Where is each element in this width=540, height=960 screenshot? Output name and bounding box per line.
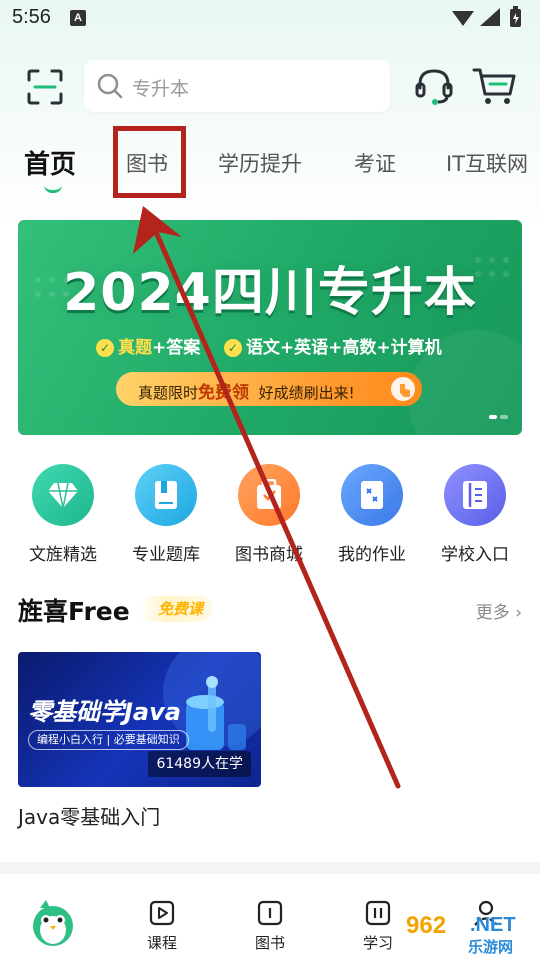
course-cover-subtitle: 编程小白入行 | 必要基础知识 bbox=[28, 730, 189, 750]
tab-it-internet[interactable]: IT互联网 bbox=[446, 148, 528, 178]
quick-link-wenjing[interactable]: 文旌精选 bbox=[13, 464, 113, 565]
banner-pagination bbox=[486, 404, 508, 423]
diamond-icon bbox=[32, 464, 94, 526]
learner-count: 61489人在学 bbox=[148, 751, 251, 777]
course-card-cover[interactable]: 零基础学Java 编程小白入行 | 必要基础知识 61489人在学 bbox=[18, 652, 261, 787]
quick-link-label: 我的作业 bbox=[338, 545, 406, 565]
tab-home[interactable]: 首页 bbox=[24, 144, 76, 181]
status-icons bbox=[452, 6, 521, 27]
site-watermark: 962 .NET 乐游网 bbox=[398, 910, 534, 956]
notification-badge-icon: A bbox=[70, 10, 86, 26]
headset-icon bbox=[415, 69, 453, 105]
quick-link-label: 图书商城 bbox=[235, 545, 303, 565]
play-icon bbox=[149, 900, 175, 926]
cart-icon bbox=[472, 68, 516, 104]
nav-courses[interactable]: 课程 bbox=[122, 900, 202, 953]
section-divider bbox=[0, 862, 540, 874]
search-placeholder: 专升本 bbox=[132, 78, 190, 100]
tap-hand-icon bbox=[391, 377, 415, 401]
search-bar[interactable]: 专升本 bbox=[84, 60, 390, 112]
free-course-badge: 免费课 bbox=[138, 596, 214, 622]
quick-link-school[interactable]: 学校入口 bbox=[425, 464, 525, 565]
course-title[interactable]: Java零基础入门 bbox=[18, 801, 160, 830]
quick-link-label: 专业题库 bbox=[132, 545, 200, 565]
scan-icon bbox=[27, 69, 63, 105]
banner-dot bbox=[500, 415, 508, 419]
banner-cta-pill[interactable]: 真题限时免费领 好成绩刷出来! bbox=[116, 372, 422, 406]
cart-button[interactable] bbox=[472, 66, 516, 106]
banner-title: 2024四川专升本 bbox=[63, 263, 477, 323]
search-icon bbox=[97, 73, 123, 99]
tab-certificates[interactable]: 考证 bbox=[354, 148, 396, 178]
book-open-icon bbox=[257, 900, 283, 926]
nav-home-mascot[interactable] bbox=[30, 896, 76, 948]
banner-subtitle: ✓ 真题+答案 ✓ 语文+英语+高数+计算机 bbox=[96, 333, 442, 358]
quick-links: 文旌精选 专业题库 图书商城 我的作业 学校入口 bbox=[0, 464, 540, 574]
customer-service-button[interactable] bbox=[414, 66, 454, 106]
check-icon: ✓ bbox=[223, 339, 242, 357]
signal-icon bbox=[480, 8, 500, 26]
section-title: 旌喜Free bbox=[18, 597, 130, 626]
status-bar: 5:56 A bbox=[0, 0, 540, 38]
more-link[interactable]: 更多 › bbox=[476, 598, 522, 623]
category-tabs: 首页 图书 学历提升 考证 IT互联网 bbox=[0, 130, 540, 200]
nav-books[interactable]: 图书 bbox=[230, 900, 310, 953]
wifi-icon bbox=[452, 11, 474, 26]
homework-icon bbox=[341, 464, 403, 526]
bookstore-icon bbox=[238, 464, 300, 526]
status-time: 5:56 bbox=[12, 6, 51, 28]
promo-banner[interactable]: 2024四川专升本 ✓ 真题+答案 ✓ 语文+英语+高数+计算机 真题限时免费领 好… bbox=[18, 220, 522, 435]
course-cover-title: 零基础学Java bbox=[28, 698, 181, 726]
watermark-domain: .NET bbox=[470, 914, 516, 936]
quick-link-label: 文旌精选 bbox=[29, 545, 97, 565]
highlight-box bbox=[113, 126, 186, 198]
watermark-text: 乐游网 bbox=[468, 938, 514, 956]
pause-icon bbox=[365, 900, 391, 926]
quick-link-homework[interactable]: 我的作业 bbox=[322, 464, 422, 565]
book-icon bbox=[135, 464, 197, 526]
quick-link-question-bank[interactable]: 专业题库 bbox=[116, 464, 216, 565]
free-section-header: 旌喜Free 免费课 更多 › bbox=[18, 590, 522, 630]
check-icon: ✓ bbox=[96, 339, 114, 357]
quick-link-bookstore[interactable]: 图书商城 bbox=[219, 464, 319, 565]
banner-dot-active bbox=[489, 415, 497, 419]
mascot-icon bbox=[33, 900, 73, 946]
school-icon bbox=[444, 464, 506, 526]
scan-button[interactable] bbox=[26, 68, 64, 106]
quick-link-label: 学校入口 bbox=[441, 545, 509, 565]
watermark-number: 962 bbox=[406, 912, 447, 939]
tab-education[interactable]: 学历提升 bbox=[218, 148, 302, 178]
active-tab-indicator bbox=[44, 185, 62, 193]
